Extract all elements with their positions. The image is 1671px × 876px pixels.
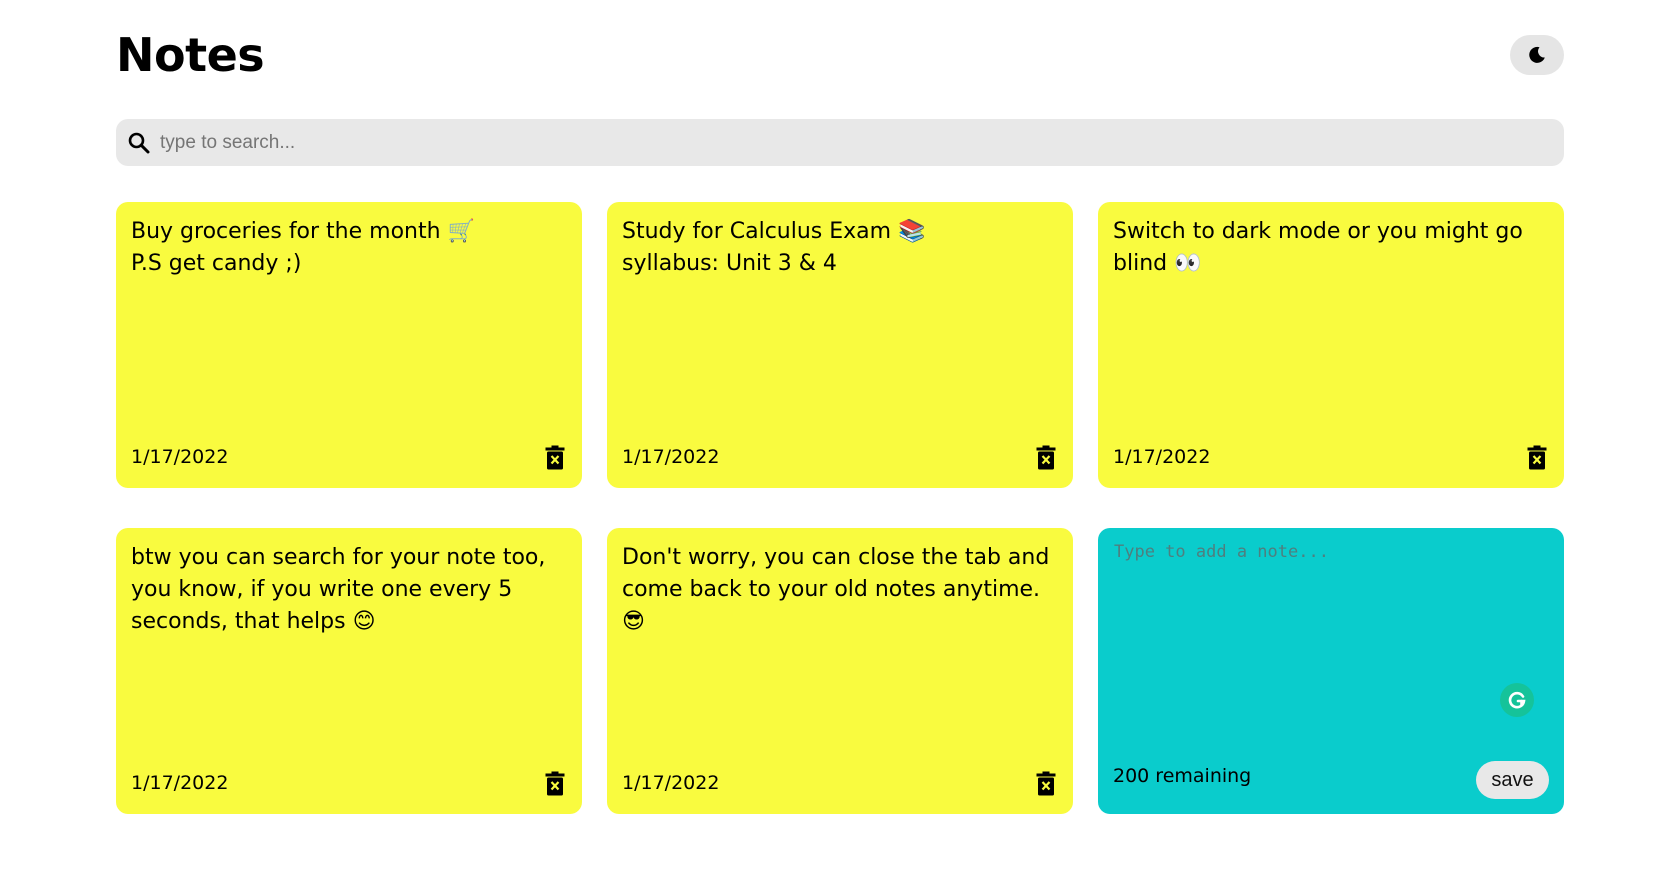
note-text: Study for Calculus Exam 📚 syllabus: Unit… — [622, 219, 926, 276]
note-text: Don't worry, you can close the tab and c… — [622, 545, 1057, 634]
note-card: btw you can search for your note too, yo… — [116, 528, 582, 814]
note-card: Buy groceries for the month 🛒 P.S get ca… — [116, 202, 582, 488]
trash-icon[interactable] — [1034, 443, 1058, 471]
search-bar — [116, 119, 1564, 166]
note-text: Buy groceries for the month 🛒 P.S get ca… — [131, 219, 475, 276]
notes-app: Notes Buy groceries for the month 🛒 P.S … — [0, 0, 1671, 876]
note-date: 1/17/2022 — [622, 772, 720, 794]
note-footer: 1/17/2022 — [1113, 442, 1549, 472]
note-text: btw you can search for your note too, yo… — [131, 545, 553, 634]
note-card: Study for Calculus Exam 📚 syllabus: Unit… — [607, 202, 1073, 488]
new-note-textarea[interactable] — [1114, 542, 1548, 722]
new-note-card: 200 remaining save — [1098, 528, 1564, 814]
note-card: Don't worry, you can close the tab and c… — [607, 528, 1073, 814]
moon-icon — [1527, 45, 1547, 65]
search-input[interactable] — [158, 121, 1542, 164]
note-footer: 1/17/2022 — [622, 442, 1058, 472]
note-footer: 1/17/2022 — [131, 768, 567, 798]
notes-grid: Buy groceries for the month 🛒 P.S get ca… — [116, 202, 1564, 814]
trash-icon[interactable] — [543, 443, 567, 471]
note-footer: 1/17/2022 — [131, 442, 567, 472]
new-note-footer: 200 remaining save — [1113, 760, 1549, 800]
trash-icon[interactable] — [1034, 769, 1058, 797]
page-title: Notes — [116, 28, 265, 82]
note-date: 1/17/2022 — [1113, 446, 1211, 468]
note-date: 1/17/2022 — [131, 772, 229, 794]
note-date: 1/17/2022 — [622, 446, 720, 468]
header: Notes — [116, 22, 1564, 92]
note-footer: 1/17/2022 — [622, 768, 1058, 798]
note-card: Switch to dark mode or you might go blin… — [1098, 202, 1564, 488]
save-button[interactable]: save — [1476, 761, 1549, 799]
trash-icon[interactable] — [1525, 443, 1549, 471]
characters-remaining: 200 remaining — [1113, 765, 1252, 787]
theme-toggle-button[interactable] — [1510, 35, 1564, 75]
note-text: Switch to dark mode or you might go blin… — [1113, 219, 1530, 276]
note-date: 1/17/2022 — [131, 446, 229, 468]
search-icon — [126, 130, 152, 156]
grammarly-icon[interactable] — [1500, 683, 1534, 717]
trash-icon[interactable] — [543, 769, 567, 797]
